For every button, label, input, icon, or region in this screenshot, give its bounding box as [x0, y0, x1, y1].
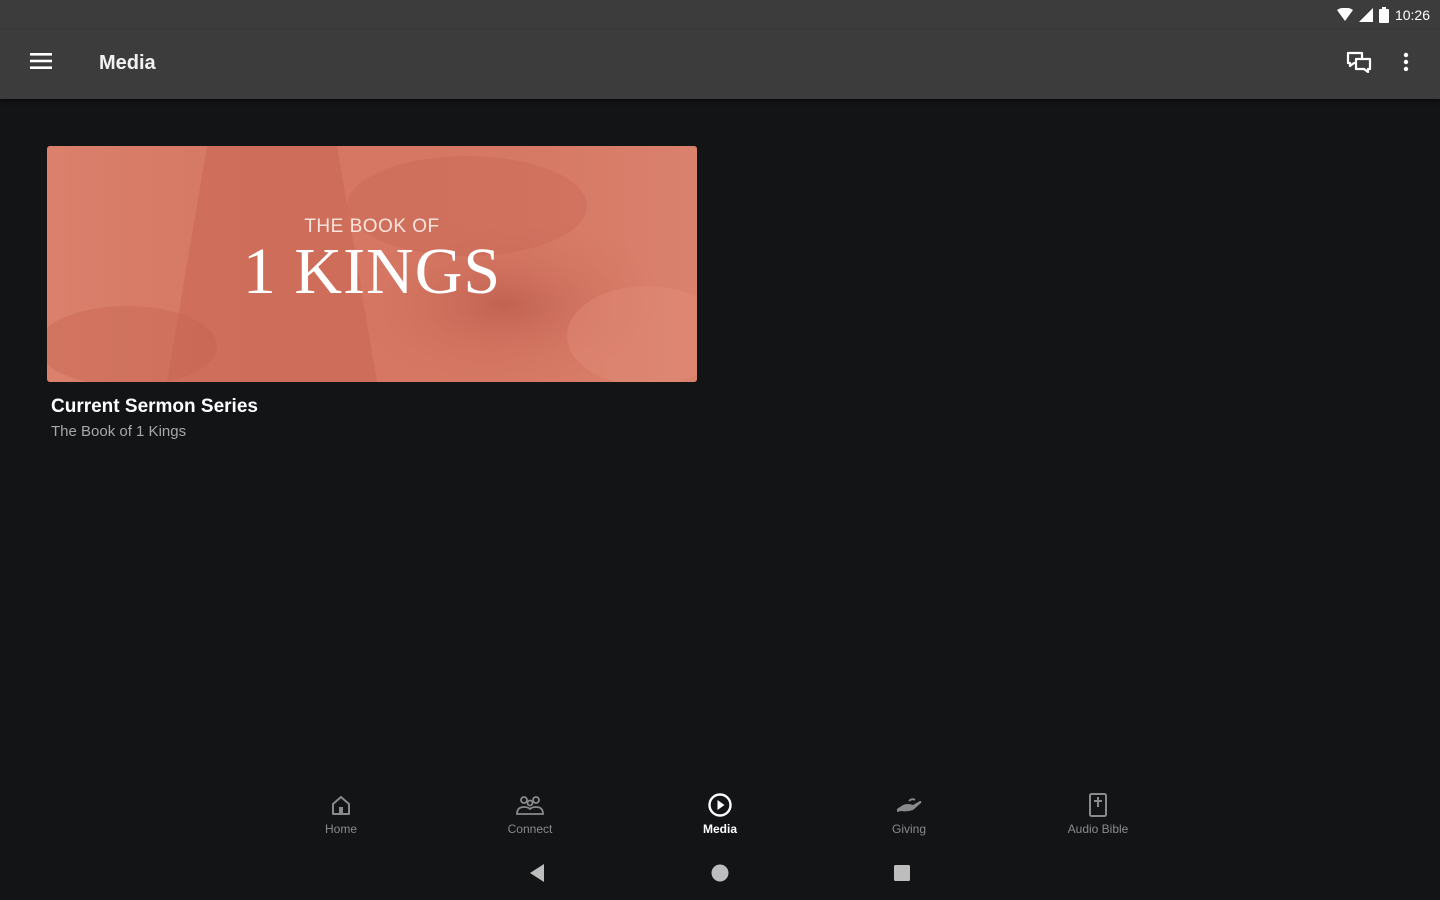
giving-hand-icon	[895, 792, 923, 818]
nav-item-audio-bible[interactable]: Audio Bible	[1038, 792, 1158, 842]
nav-label-connect: Connect	[507, 822, 553, 836]
wifi-icon	[1336, 8, 1353, 22]
app-bar: Media	[0, 30, 1440, 99]
system-back-button[interactable]	[517, 860, 557, 890]
home-icon	[330, 792, 352, 818]
battery-icon	[1378, 7, 1389, 23]
system-navigation-bar	[0, 850, 1440, 900]
hamburger-menu-icon	[30, 52, 52, 75]
nav-item-home[interactable]: Home	[281, 792, 401, 842]
status-time: 10:26	[1394, 7, 1430, 23]
back-icon	[528, 863, 546, 888]
banner-big-text: 1 KINGS	[242, 235, 502, 308]
nav-item-media[interactable]: Media	[660, 792, 780, 842]
media-card[interactable]: THE BOOK OF 1 KINGS Current Sermon Serie…	[47, 146, 697, 440]
nav-label-giving: Giving	[891, 822, 926, 836]
recents-icon	[892, 863, 912, 888]
sermon-series-banner[interactable]: THE BOOK OF 1 KINGS	[47, 146, 697, 382]
card-subtitle: The Book of 1 Kings	[51, 423, 187, 440]
nav-label-media: Media	[702, 822, 737, 836]
more-options-button[interactable]	[1392, 46, 1420, 82]
system-home-button[interactable]	[700, 860, 740, 890]
home-circle-icon	[710, 863, 730, 888]
more-vert-icon	[1403, 52, 1409, 77]
menu-button[interactable]	[22, 44, 60, 82]
nav-item-connect[interactable]: Connect	[470, 792, 590, 842]
system-recents-button[interactable]	[882, 860, 922, 890]
bottom-navigation: Home Connect Media Giving Audio Bible	[0, 784, 1440, 844]
people-icon	[515, 792, 545, 818]
card-title[interactable]: Current Sermon Series	[51, 396, 697, 418]
play-circle-icon	[707, 792, 733, 818]
nav-label-home: Home	[324, 822, 357, 836]
chat-button[interactable]	[1340, 46, 1378, 82]
page-title: Media	[99, 52, 156, 74]
bible-icon	[1088, 792, 1108, 818]
status-bar: 10:26	[0, 0, 1440, 30]
chat-icon	[1346, 51, 1372, 78]
nav-item-giving[interactable]: Giving	[849, 792, 969, 842]
nav-label-audio-bible: Audio Bible	[1067, 822, 1129, 836]
cell-signal-icon	[1358, 8, 1373, 22]
